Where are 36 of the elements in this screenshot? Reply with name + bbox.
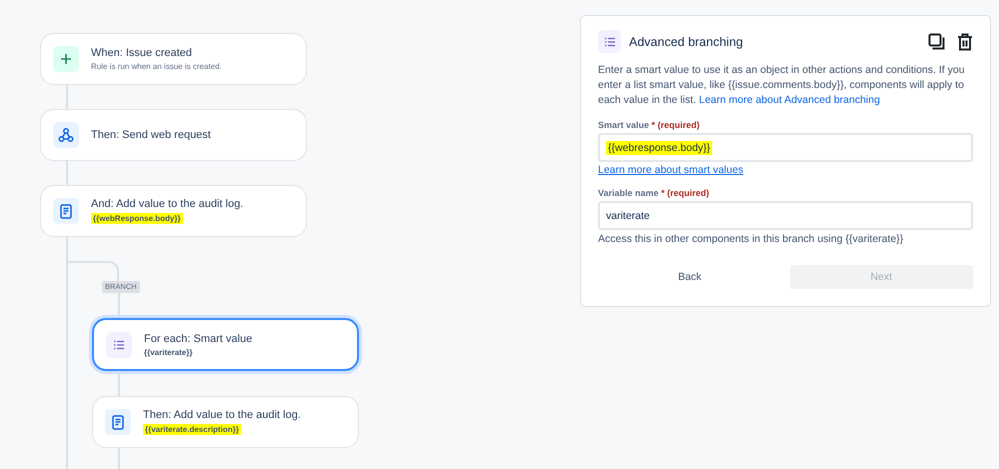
rule-step-card[interactable]: For each: Smart value {{variterate}} bbox=[92, 318, 359, 371]
document-icon bbox=[60, 204, 72, 218]
list-icon bbox=[113, 340, 125, 350]
input-field[interactable]: {{webresponse.body}} bbox=[598, 133, 973, 162]
back-button[interactable]: Back bbox=[598, 265, 782, 289]
step-title: Then: Add value to the audit log. bbox=[143, 409, 301, 421]
duplicate-icon[interactable] bbox=[928, 33, 945, 50]
field-label: Variable name bbox=[598, 188, 659, 198]
step-title: Then: Send web request bbox=[91, 129, 211, 141]
plus-icon bbox=[60, 53, 72, 65]
list-icon bbox=[604, 36, 616, 46]
learn-more-link[interactable]: Learn more about smart values bbox=[598, 164, 744, 176]
step-subtitle: {{variterate}} bbox=[144, 348, 192, 356]
panel-title: Advanced branching bbox=[629, 34, 744, 48]
description-text: Enter a smart value to use it as an object in other actions and conditions. If you enter a list smart value, like {{issue.comments.body}}, components will apply to each value in the list. Learn more about Advanced branching bbox=[598, 63, 966, 108]
step-subtitle: {{variterate.description}} bbox=[143, 424, 241, 435]
helper-text: Access this in other components in this branch using {{variterate}} bbox=[598, 233, 904, 245]
rule-step-card[interactable]: Then: Send web request bbox=[40, 109, 307, 161]
rule-step-card[interactable]: Then: Add value to the audit log. {{variterate.description}} bbox=[92, 396, 359, 448]
input-field[interactable]: variterate bbox=[598, 201, 973, 230]
delete-icon[interactable] bbox=[957, 32, 973, 50]
required-marker: * bbox=[652, 120, 656, 130]
step-title: When: Issue created bbox=[91, 47, 193, 59]
required-note: (required) bbox=[658, 120, 700, 130]
step-title: For each: Smart value bbox=[144, 332, 252, 344]
rule-step-card[interactable]: And: Add value to the audit log. {{webResponse.body}} bbox=[40, 185, 307, 237]
webhook-icon bbox=[58, 127, 74, 143]
required-marker: * bbox=[661, 188, 665, 198]
rule-step-card[interactable]: When: Issue created Rule is run when an issue is created. bbox=[40, 33, 307, 85]
step-subtitle: Rule is run when an issue is created. bbox=[91, 62, 222, 71]
field-label: Smart value bbox=[598, 120, 650, 130]
step-subtitle: {{webResponse.body}} bbox=[91, 213, 183, 224]
document-icon bbox=[112, 414, 124, 430]
required-note: (required) bbox=[667, 188, 710, 198]
step-title: And: Add value to the audit log. bbox=[91, 198, 244, 210]
learn-more-link[interactable]: Learn more about Advanced branching bbox=[698, 94, 880, 106]
